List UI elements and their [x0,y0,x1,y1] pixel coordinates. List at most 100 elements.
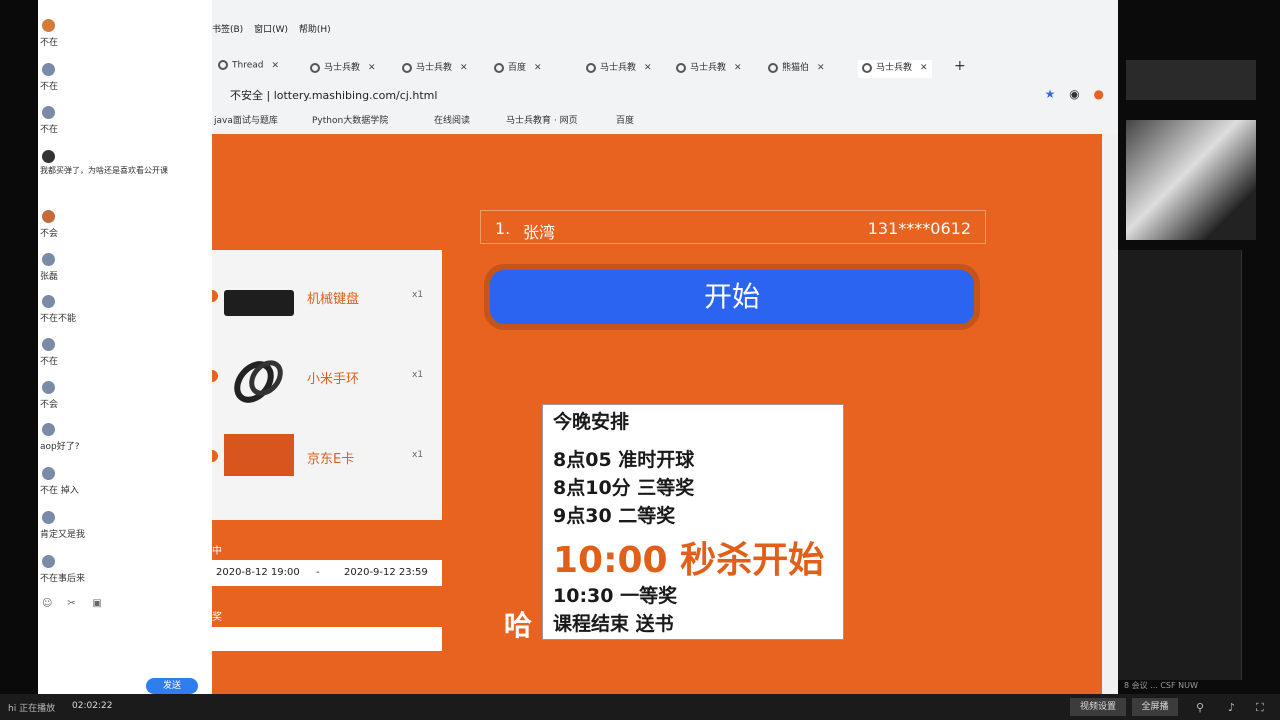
winner-row: 1. 张湾 131****0612 [480,210,986,244]
tab[interactable]: 马士兵教 ✕ [402,60,468,78]
tab-label: 马士兵教 [876,63,913,73]
winner-name: 张湾 [523,223,556,242]
file-icon[interactable]: ▣ [92,598,114,609]
tab-active[interactable]: 马士兵教 ✕ [858,60,932,78]
send-button[interactable]: 发送 [146,678,198,694]
bookmark-item[interactable]: 马士兵教育 · 网页 [506,113,578,126]
address-bar[interactable]: 不安全 | lottery.mashibing.com/cj.html ★ ◉ … [212,84,1118,106]
emoji-icon[interactable]: ☺ [42,598,64,609]
bookmark-item[interactable]: java面试与题库 [214,113,278,126]
chat-item[interactable]: 肯定又是我 [38,506,213,546]
avatar [42,63,55,76]
tab[interactable]: 百度 ✕ [494,60,542,78]
tab[interactable]: 熊猫伯 ✕ [768,60,825,78]
date-separator: - [316,567,320,578]
star-icon[interactable]: ★ [1045,87,1056,101]
url-text[interactable]: 不安全 | lottery.mashibing.com/cj.html [230,87,437,103]
status-text: 8 会议 ... CSF NUW [1124,681,1198,690]
scissors-icon[interactable]: ✂ [67,598,89,609]
chat-item[interactable]: aop好了? [38,418,213,458]
tab-label: 马士兵教 [600,63,637,73]
tab-label: Thread [232,60,264,71]
chat-status: 不在 [40,357,59,367]
bookmark-item[interactable]: 在线阅读 [434,113,470,126]
chat-status: 张磊 [40,272,59,282]
chat-status: 不在事后来 [40,574,86,584]
close-icon[interactable]: ✕ [644,63,652,73]
avatar [42,295,55,308]
chat-item[interactable]: 我都买弹了，为啥还是喜欢看公开课 [38,145,213,185]
date-start: 2020-8-12 19:00 [216,567,300,578]
tab[interactable]: Thread ✕ [218,60,279,78]
bullet-icon [212,450,218,462]
prize-name: 机械键盘 [307,292,360,307]
tab-strip: Thread ✕ 马士兵教 ✕ 马士兵教 ✕ 百度 ✕ 马士兵教 ✕ 马士兵教 ✕ 熊猫伯 ✕… [212,56,1118,80]
keyboard-image [224,290,294,316]
avatar [42,381,55,394]
chat-item[interactable]: 不在事后来 [38,550,213,590]
input-box[interactable] [212,627,442,651]
chat-item[interactable]: 不会 [38,376,213,416]
menubar: 书签(B) 窗口(W) 帮助(H) [212,22,339,42]
new-tab-icon[interactable]: + [954,58,966,74]
fullscreen-icon[interactable]: ⛶ [1256,701,1264,715]
tab-label: 熊猫伯 [782,63,810,73]
chat-item[interactable]: 张磊 [38,248,213,288]
prize-name: 京东E卡 [307,452,355,467]
extension-icon[interactable]: ● [1094,87,1104,101]
mic-icon[interactable]: ⚲ [1196,701,1204,714]
bookmark-item[interactable]: 百度 [616,113,634,126]
fullscreen-button[interactable]: 全屏播 [1132,698,1178,716]
chat-item[interactable]: 不在 [38,14,213,54]
toolbar-icons: ★ ◉ ● [1045,87,1104,101]
scrollbar[interactable] [1102,134,1118,694]
account-icon[interactable]: ◉ [1069,87,1079,101]
bookmark-item[interactable]: Python大数据学院 [312,113,388,126]
prize-qty: x1 [412,450,424,460]
date-range[interactable]: 2020-8-12 19:00 - 2020-9-12 23:59 [212,560,442,586]
video-settings-button[interactable]: 视频设置 [1070,698,1126,716]
tab-icon [768,62,778,73]
avatar [42,106,55,119]
close-icon[interactable]: ✕ [734,63,742,73]
close-icon[interactable]: ✕ [460,63,468,73]
chat-item[interactable]: 不在 [38,101,213,141]
camera-image [1126,120,1256,240]
winner-rank: 1. [495,219,511,238]
tab-icon [676,62,686,73]
chat-item[interactable]: 不在 [38,333,213,373]
menu-bookmarks[interactable]: 书签(B) [212,25,243,35]
schedule-highlight: 10:00 秒杀开始 [553,540,825,581]
avatar [42,511,55,524]
menu-help[interactable]: 帮助(H) [299,25,331,35]
schedule-line: 9点30 二等奖 [553,505,676,527]
chat-panel: 不在 不在 不在 我都买弹了，为啥还是喜欢看公开课 不会 张磊 不在不能 不在 [38,0,213,694]
close-icon[interactable]: ✕ [920,63,928,73]
avatar [42,19,55,32]
chat-item[interactable]: 不在不能 [38,290,213,330]
close-icon[interactable]: ✕ [368,63,376,73]
schedule-line: 8点05 准时开球 [553,449,695,471]
bullet-icon [212,370,218,382]
close-icon[interactable]: ✕ [271,61,279,71]
prize-qty: x1 [412,370,424,380]
tab[interactable]: 马士兵教 ✕ [676,60,742,78]
close-icon[interactable]: ✕ [534,63,542,73]
chat-item[interactable]: 不在 掉入 [38,462,213,502]
tab[interactable]: 马士兵教 ✕ [586,60,652,78]
chat-status: aop好了? [40,442,80,452]
avatar [42,338,55,351]
menu-window[interactable]: 窗口(W) [254,25,288,35]
tab-label: 马士兵教 [690,63,727,73]
chat-item[interactable]: 不会 [38,205,213,245]
start-button[interactable]: 开始 [484,264,980,330]
avatar [42,253,55,266]
avatar [42,210,55,223]
close-icon[interactable]: ✕ [817,63,825,73]
tab[interactable]: 马士兵教 ✕ [310,60,376,78]
tab-icon [586,62,596,73]
date-end: 2020-9-12 23:59 [344,567,428,578]
volume-icon[interactable]: ♪ [1228,701,1235,714]
chat-item[interactable]: 不在 [38,58,213,98]
camera-panel: 8 会议 ... CSF NUW [1118,0,1280,694]
